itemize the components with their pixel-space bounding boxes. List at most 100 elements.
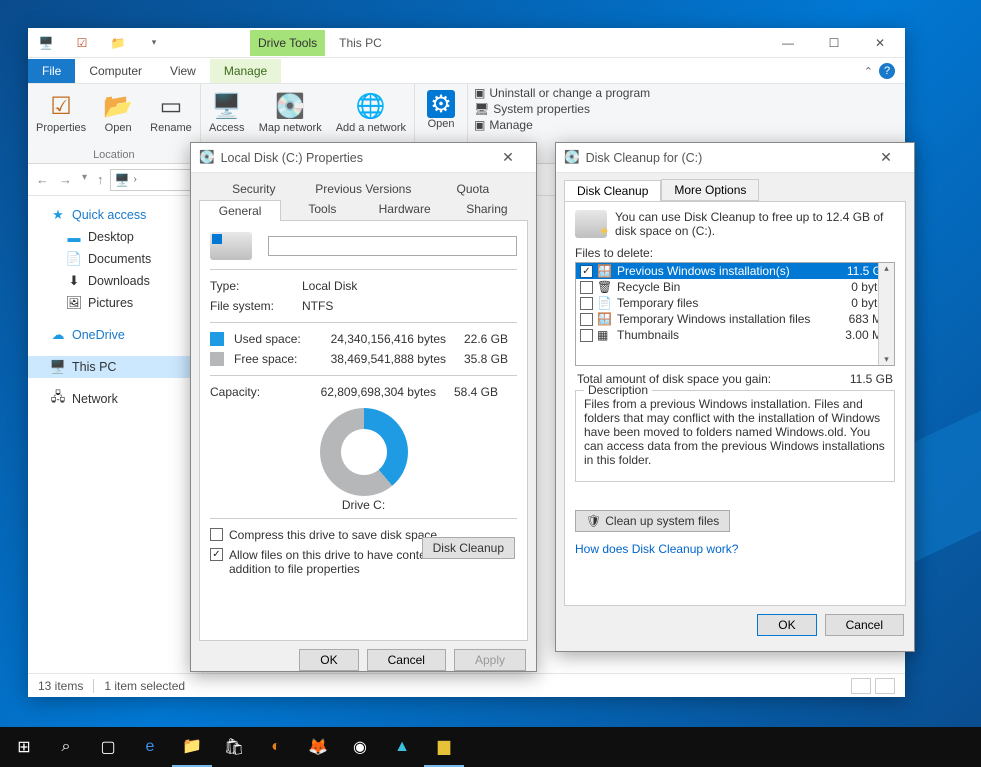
- windows-icon: 🪟: [597, 312, 613, 326]
- close-button[interactable]: ✕: [857, 28, 903, 58]
- window-title: This PC: [339, 36, 382, 50]
- description-group: Description Files from a previous Window…: [575, 390, 895, 482]
- store-button[interactable]: 🛍: [214, 727, 254, 767]
- index-checkbox[interactable]: ✓: [210, 548, 223, 561]
- qat-properties-icon[interactable]: ☑: [70, 31, 94, 55]
- tab-previous-versions[interactable]: Previous Versions: [309, 179, 419, 199]
- list-item[interactable]: 🗑Recycle Bin0 bytes: [576, 279, 894, 295]
- apply-button[interactable]: Apply: [454, 649, 526, 671]
- sidebar-onedrive[interactable]: ☁OneDrive: [28, 324, 202, 346]
- cancel-button[interactable]: Cancel: [367, 649, 446, 671]
- app-button[interactable]: ◐: [256, 727, 296, 767]
- item-checkbox[interactable]: [580, 329, 593, 342]
- sidebar-network[interactable]: 🖧Network: [28, 388, 202, 410]
- back-button[interactable]: ←: [36, 172, 49, 187]
- task-view-button[interactable]: ▢: [88, 727, 128, 767]
- clean-system-files-button[interactable]: 🛡Clean up system files: [575, 510, 730, 532]
- ribbon-collapse-icon[interactable]: ⌃: [864, 65, 873, 78]
- tab-disk-cleanup[interactable]: Disk Cleanup: [564, 180, 661, 202]
- tab-more-options[interactable]: More Options: [661, 179, 759, 201]
- shield-icon: 🛡: [586, 514, 601, 528]
- app2-button[interactable]: ▲: [382, 727, 422, 767]
- open-button[interactable]: 📂Open: [96, 88, 140, 147]
- properties-button[interactable]: ☑Properties: [32, 88, 90, 147]
- tab-manage[interactable]: Manage: [210, 59, 281, 83]
- item-checkbox[interactable]: [580, 281, 593, 294]
- tab-hardware[interactable]: Hardware: [364, 199, 446, 220]
- item-checkbox[interactable]: ✓: [580, 265, 593, 278]
- compress-checkbox[interactable]: [210, 528, 223, 541]
- cancel-button[interactable]: Cancel: [825, 614, 904, 636]
- type-value: Local Disk: [302, 279, 357, 293]
- explorer-button[interactable]: 📁: [172, 727, 212, 767]
- manage-link[interactable]: ▣Manage: [474, 118, 650, 132]
- desktop-icon: ▬: [66, 229, 82, 245]
- app3-button[interactable]: ▆: [424, 727, 464, 767]
- files-to-delete-label: Files to delete:: [575, 246, 895, 260]
- drive-label: Drive C:: [210, 498, 517, 512]
- sidebar-quick-access[interactable]: ★Quick access: [28, 204, 202, 226]
- close-button[interactable]: ✕: [866, 149, 906, 166]
- files-list[interactable]: ✓🪟Previous Windows installation(s)11.5 G…: [575, 262, 895, 366]
- help-icon[interactable]: ?: [879, 63, 895, 79]
- scrollbar[interactable]: ▴▾: [878, 263, 894, 365]
- minimize-button[interactable]: ―: [765, 28, 811, 58]
- list-item[interactable]: ✓🪟Previous Windows installation(s)11.5 G…: [576, 263, 894, 279]
- properties-icon: ☑: [45, 90, 77, 122]
- recycle-icon: 🗑: [597, 280, 613, 294]
- tab-file[interactable]: File: [28, 59, 75, 83]
- thispc-icon[interactable]: 🖥️: [34, 31, 58, 55]
- rename-button[interactable]: ▭Rename: [146, 88, 196, 147]
- sidebar-downloads[interactable]: ⬇Downloads: [28, 270, 202, 292]
- cleanup-icon: 💽: [564, 150, 580, 165]
- ok-button[interactable]: OK: [757, 614, 816, 636]
- list-item[interactable]: 📄Temporary files0 bytes: [576, 295, 894, 311]
- disk-cleanup-button[interactable]: Disk Cleanup: [422, 537, 515, 559]
- usage-donut: [320, 408, 408, 496]
- sidebar-pictures[interactable]: 🖼Pictures: [28, 292, 202, 314]
- gear-icon: ⚙: [427, 90, 455, 118]
- cleanup-drive-icon: [575, 210, 607, 238]
- view-details-button[interactable]: [851, 678, 871, 694]
- qat-dropdown-icon[interactable]: ▾: [142, 31, 166, 55]
- start-button[interactable]: ⊞: [4, 727, 44, 767]
- add-network-icon: 🌐: [355, 90, 387, 122]
- search-button[interactable]: ⌕: [46, 727, 86, 767]
- tab-general[interactable]: General: [199, 200, 281, 221]
- edge-button[interactable]: e: [130, 727, 170, 767]
- tab-view[interactable]: View: [156, 59, 210, 83]
- how-does-cleanup-work-link[interactable]: How does Disk Cleanup work?: [575, 542, 738, 556]
- used-color-swatch: [210, 332, 224, 346]
- chrome-button[interactable]: ◉: [340, 727, 380, 767]
- item-checkbox[interactable]: [580, 297, 593, 310]
- close-button[interactable]: ✕: [488, 149, 528, 166]
- sidebar-desktop[interactable]: ▬Desktop: [28, 226, 202, 248]
- ok-button[interactable]: OK: [299, 649, 358, 671]
- downloads-icon: ⬇: [66, 273, 82, 289]
- programs-icon: ▣: [474, 86, 485, 100]
- recent-dropdown[interactable]: ▾: [82, 172, 87, 187]
- tab-quota[interactable]: Quota: [418, 179, 528, 199]
- windows-icon: 🪟: [597, 264, 613, 278]
- sidebar-thispc[interactable]: 🖥️This PC: [28, 356, 202, 378]
- capacity-bytes: 62,809,698,304 bytes: [304, 385, 436, 399]
- up-button[interactable]: ↑: [97, 172, 104, 187]
- cleanup-intro: You can use Disk Cleanup to free up to 1…: [615, 210, 895, 238]
- firefox-button[interactable]: 🦊: [298, 727, 338, 767]
- tab-security[interactable]: Security: [199, 179, 309, 199]
- list-item[interactable]: ▦Thumbnails3.00 MB: [576, 327, 894, 343]
- tab-sharing[interactable]: Sharing: [446, 199, 528, 220]
- item-checkbox[interactable]: [580, 313, 593, 326]
- drive-name-input[interactable]: [268, 236, 517, 256]
- forward-button[interactable]: →: [59, 172, 72, 187]
- tab-computer[interactable]: Computer: [75, 59, 156, 83]
- list-item[interactable]: 🪟Temporary Windows installation files683…: [576, 311, 894, 327]
- view-large-button[interactable]: [875, 678, 895, 694]
- uninstall-link[interactable]: ▣Uninstall or change a program: [474, 86, 650, 100]
- sidebar-documents[interactable]: 📄Documents: [28, 248, 202, 270]
- maximize-button[interactable]: ☐: [811, 28, 857, 58]
- qat-newfolder-icon[interactable]: 📁: [106, 31, 130, 55]
- system-properties-link[interactable]: 🖥System properties: [474, 102, 650, 116]
- tab-tools[interactable]: Tools: [281, 199, 363, 220]
- properties-tabs: Security Previous Versions Quota General…: [199, 179, 528, 221]
